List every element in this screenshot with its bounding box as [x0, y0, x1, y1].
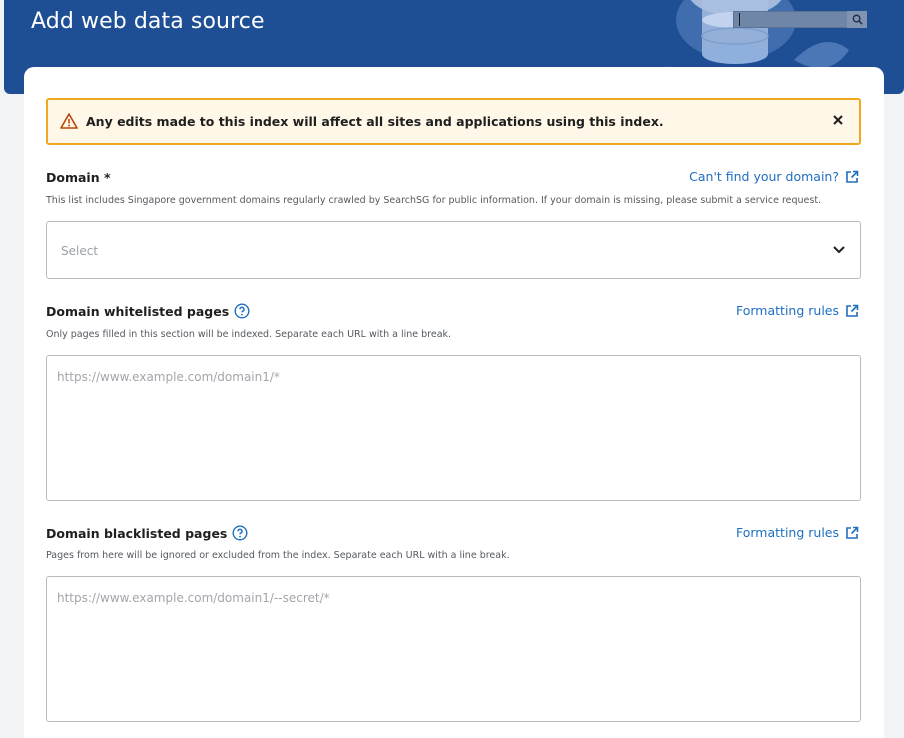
- blacklist-formatting-rules-link[interactable]: Formatting rules: [736, 525, 859, 540]
- external-link-icon: [846, 170, 859, 183]
- blacklist-textarea[interactable]: [46, 576, 861, 722]
- whitelist-label: Domain whitelisted pages: [46, 303, 250, 319]
- select-placeholder: Select: [61, 244, 99, 258]
- warning-icon: [60, 113, 78, 129]
- form-card: Any edits made to this index will affect…: [24, 67, 884, 738]
- close-icon[interactable]: [829, 111, 847, 129]
- alert-message: Any edits made to this index will affect…: [86, 114, 664, 129]
- help-icon[interactable]: [234, 303, 250, 319]
- search-button[interactable]: [847, 11, 867, 28]
- warning-alert: Any edits made to this index will affect…: [46, 98, 861, 145]
- help-icon[interactable]: [232, 525, 248, 541]
- search-caret: [739, 13, 740, 26]
- blacklist-description: Pages from here will be ignored or exclu…: [46, 550, 510, 561]
- search-icon: [852, 14, 863, 25]
- page-title: Add web data source: [31, 9, 265, 34]
- whitelist-formatting-rules-link[interactable]: Formatting rules: [736, 303, 859, 318]
- domain-label: Domain *: [46, 170, 111, 185]
- domain-select[interactable]: Select: [46, 221, 861, 279]
- whitelist-description: Only pages filled in this section will b…: [46, 329, 452, 340]
- blacklist-label: Domain blacklisted pages: [46, 525, 248, 541]
- chevron-down-icon: [833, 246, 845, 254]
- domain-description: This list includes Singapore government …: [46, 195, 822, 206]
- whitelist-textarea[interactable]: [46, 355, 861, 501]
- cant-find-domain-link[interactable]: Can't find your domain?: [689, 169, 859, 184]
- external-link-icon: [846, 304, 859, 317]
- external-link-icon: [846, 526, 859, 539]
